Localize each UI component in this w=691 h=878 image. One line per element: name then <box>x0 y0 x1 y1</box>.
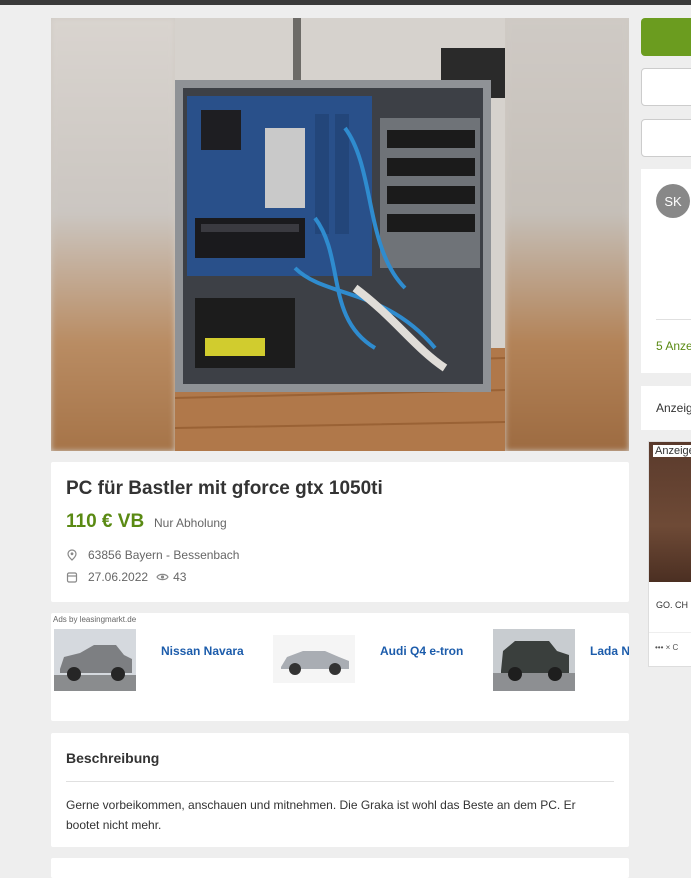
ad-badge: Anzeige <box>653 445 691 457</box>
listing-summary-card: PC für Bastler mit gforce gtx 1050ti 110… <box>51 462 629 602</box>
description-card: Beschreibung Gerne vorbeikommen, anschau… <box>51 733 629 847</box>
ad-image-nissan-navara[interactable] <box>54 629 136 691</box>
sidebar-ad-divider <box>649 632 691 633</box>
gallery-prev-preview[interactable] <box>51 18 175 451</box>
report-label[interactable]: Anzeig <box>656 401 691 415</box>
date-row: 27.06.2022 43 <box>66 570 186 584</box>
tertiary-action-button[interactable] <box>641 119 691 157</box>
ad-image-audi-q4[interactable] <box>273 635 355 683</box>
sidebar-ad-image[interactable] <box>649 442 691 582</box>
sidebar-ad-caption[interactable]: GO. CH <box>656 600 688 610</box>
calendar-icon <box>66 571 78 583</box>
eye-icon <box>156 571 169 583</box>
main-listing-photo[interactable] <box>175 18 505 451</box>
ads-by-label: Ads by leasingmarkt.de <box>53 615 137 624</box>
location-row: 63856 Bayern - Bessenbach <box>66 548 239 562</box>
secondary-action-button[interactable] <box>641 68 691 106</box>
description-text: Gerne vorbeikommen, anschauen und mitneh… <box>66 798 576 832</box>
shipping-info: Nur Abholung <box>154 516 227 530</box>
description-heading: Beschreibung <box>66 750 160 766</box>
seller-avatar[interactable]: SK <box>656 184 690 218</box>
seller-divider <box>656 319 691 320</box>
listing-title: PC für Bastler mit gforce gtx 1050ti <box>66 478 383 499</box>
image-gallery[interactable] <box>51 18 629 451</box>
sponsored-ads-card: Ads by leasingmarkt.de Nissan Navara Aud… <box>51 613 629 721</box>
ad-link-lada[interactable]: Lada N <box>590 644 629 658</box>
sidebar-ad-footer: ••• × C <box>655 643 679 652</box>
contact-seller-button[interactable] <box>641 18 691 56</box>
ad-link-nissan-navara[interactable]: Nissan Navara <box>161 644 244 658</box>
gallery-next-preview[interactable] <box>505 18 629 451</box>
posted-date: 27.06.2022 <box>88 570 149 584</box>
seller-card: SK 5 Anze <box>641 169 691 373</box>
view-counter: 43 <box>156 570 186 584</box>
description-divider <box>66 781 614 782</box>
location-text: 63856 Bayern - Bessenbach <box>88 548 240 562</box>
seller-ads-link[interactable]: 5 Anze <box>656 339 691 353</box>
top-header-bar <box>0 0 691 5</box>
view-count: 43 <box>173 570 187 584</box>
ad-image-lada-niva[interactable] <box>493 629 575 691</box>
ad-link-audi-q4-etron[interactable]: Audi Q4 e-tron <box>380 644 463 658</box>
listing-price: 110 € VB <box>66 511 145 532</box>
sidebar-advertisement[interactable]: Anzeige GO. CH ••• × C <box>648 441 691 667</box>
report-card[interactable]: Anzeig <box>641 386 691 430</box>
location-pin-icon <box>66 549 78 561</box>
next-section-card <box>51 858 629 878</box>
